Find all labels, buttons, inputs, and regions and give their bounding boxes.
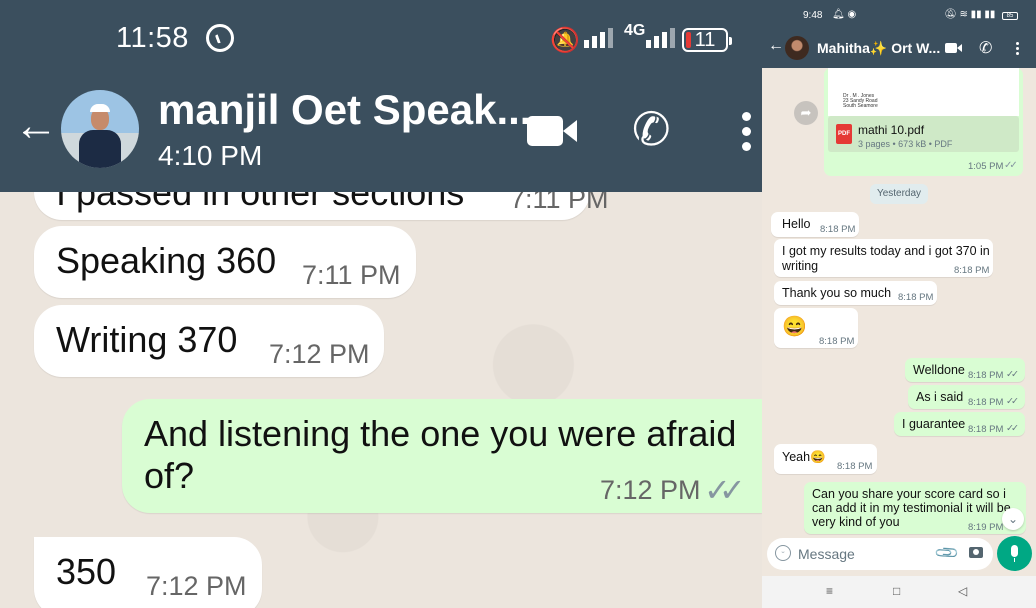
message-text-line1: I got my results today and i got 370 in xyxy=(782,244,990,258)
microphone-button[interactable] xyxy=(997,536,1032,571)
status-bar: 11:58 🔕 4G 11 xyxy=(0,0,762,76)
message-text: Yeah😄 xyxy=(782,450,826,464)
phone-call-icon[interactable]: ✆ xyxy=(632,106,671,152)
recent-apps-icon[interactable]: ≡ xyxy=(826,584,833,598)
emoji-icon[interactable]: ᵕ xyxy=(775,545,791,561)
signal-wifi-icons: 🔕︎ ≋ ▮▮ ▮▮ xyxy=(944,9,996,20)
signal-strength-icon xyxy=(584,28,616,48)
message-text: I guarantee xyxy=(902,417,966,431)
video-call-icon[interactable] xyxy=(527,116,577,146)
message-time: 8:19 PM xyxy=(968,522,1004,533)
message-bubble-incoming[interactable]: Yeah😄 8:18 PM xyxy=(774,444,877,474)
last-seen: 4:10 PM xyxy=(158,140,263,171)
message-bubble-incoming[interactable]: 350 7:12 PM xyxy=(34,537,262,608)
network-type: 4G xyxy=(624,22,646,39)
left-chat-screenshot: I passed in other sections 7:11 PM Speak… xyxy=(0,0,762,608)
message-time: 8:18 PM xyxy=(837,461,873,472)
document-name: mathi 10.pdf xyxy=(858,123,925,137)
status-time: 9:48 xyxy=(803,10,823,21)
message-time: 8:18 PM xyxy=(820,224,856,235)
read-receipt-icon: ✓✓ xyxy=(1006,423,1019,434)
thumb-line: South Seamore xyxy=(843,103,878,109)
message-text: 350 xyxy=(56,551,117,592)
pdf-file-icon: PDF xyxy=(836,124,852,144)
scroll-down-icon[interactable]: ⌄ xyxy=(1002,508,1024,530)
message-text: 😄 xyxy=(782,316,807,338)
message-text-line2: can add it in my testimonial it will be xyxy=(812,501,1011,515)
document-meta: 3 pages • 673 kB • PDF xyxy=(858,139,953,149)
message-text-line2: writing xyxy=(782,259,819,273)
document-info: PDF mathi 10.pdf 3 pages • 673 kB • PDF xyxy=(828,116,1019,152)
message-bubble-outgoing[interactable]: Can you share your score card so i can a… xyxy=(804,482,1026,534)
battery-icon: 11 xyxy=(682,28,732,52)
message-composer: ᵕ 📎 xyxy=(767,538,993,570)
message-text-line1: And listening the one you were afraid xyxy=(144,413,737,454)
date-divider: Yesterday xyxy=(870,184,928,204)
message-text-line3: very kind of you xyxy=(812,515,900,529)
status-time: 11:58 xyxy=(116,22,189,54)
microphone-icon xyxy=(1011,545,1018,562)
right-chat-screenshot: ➦ Dr . M . Jones 23 Sandy Road South Sea… xyxy=(762,0,1036,608)
message-time: 7:12 PM xyxy=(146,571,247,601)
message-time: 1:05 PM xyxy=(968,161,1004,172)
whatsapp-notification-icon xyxy=(206,24,234,52)
message-time: 8:18 PM xyxy=(968,424,1004,435)
message-text-line1: Can you share your score card so i xyxy=(812,487,1006,501)
nav-back-icon[interactable]: ◁ xyxy=(958,584,967,598)
message-bubble-incoming[interactable]: 😄 8:18 PM xyxy=(774,308,858,348)
back-arrow-icon[interactable]: ← xyxy=(768,37,784,55)
home-icon[interactable]: □ xyxy=(893,584,900,598)
avatar[interactable] xyxy=(785,36,809,60)
document-thumbnail: Dr . M . Jones 23 Sandy Road South Seamo… xyxy=(828,68,1019,116)
back-arrow-icon[interactable]: ← xyxy=(14,104,58,148)
document-message[interactable]: Dr . M . Jones 23 Sandy Road South Seamo… xyxy=(824,68,1023,176)
message-bubble-incoming[interactable]: Hello 8:18 PM xyxy=(771,212,859,237)
contact-name[interactable]: Mahitha✨ Ort W... xyxy=(817,40,940,57)
avatar[interactable] xyxy=(61,90,139,168)
chat-header: 9:48 🔔︎ ◉ 🔕︎ ≋ ▮▮ ▮▮ 85 ← Mahitha✨ Ort W… xyxy=(762,0,1036,68)
notification-icons: 🔔︎ ◉ xyxy=(832,9,857,20)
paperclip-icon[interactable]: 📎 xyxy=(933,539,961,567)
message-text: Speaking 360 xyxy=(56,240,277,281)
message-bubble-outgoing[interactable]: I guarantee 8:18 PM ✓✓ xyxy=(894,412,1025,436)
message-bubble-incoming[interactable]: Speaking 360 7:11 PM xyxy=(34,226,416,298)
message-time: 8:18 PM xyxy=(819,336,855,347)
message-text-line2: of? xyxy=(144,455,195,496)
camera-icon[interactable] xyxy=(969,547,983,558)
read-receipt-icon: ✓✓ xyxy=(704,472,745,508)
message-bubble-incoming[interactable]: Thank you so much 8:18 PM xyxy=(774,281,937,305)
message-time: 7:12 PM xyxy=(269,339,370,369)
system-navigation-bar: ≡ □ ◁ xyxy=(762,576,1036,608)
battery-icon: 85 xyxy=(1002,12,1018,20)
message-bubble-outgoing[interactable]: As i said 8:18 PM ✓✓ xyxy=(908,385,1025,409)
contact-name[interactable]: manjil Oet Speak... xyxy=(158,86,531,134)
message-bubble-outgoing[interactable]: And listening the one you were afraid of… xyxy=(122,399,762,513)
phone-call-icon[interactable]: ✆ xyxy=(979,38,992,58)
more-options-icon[interactable] xyxy=(742,112,752,157)
read-receipt-icon: ✓✓ xyxy=(1006,369,1019,380)
message-text: Writing 370 xyxy=(56,319,238,360)
chat-header: 11:58 🔕 4G 11 ← manjil Oet Speak... 4:10… xyxy=(0,0,762,192)
forward-icon[interactable]: ➦ xyxy=(794,101,818,125)
message-bubble-incoming[interactable]: Writing 370 7:12 PM xyxy=(34,305,384,377)
read-receipt-icon: ✓✓ xyxy=(1004,160,1018,171)
more-options-icon[interactable] xyxy=(1016,42,1019,57)
read-receipt-icon: ✓✓ xyxy=(1006,396,1019,407)
message-time: 8:18 PM xyxy=(954,265,990,276)
bell-muted-icon: 🔕 xyxy=(550,27,580,54)
message-text: Welldone xyxy=(913,363,965,377)
message-text: As i said xyxy=(916,390,964,404)
message-time: 8:18 PM xyxy=(898,292,934,303)
message-bubble-outgoing[interactable]: Welldone 8:18 PM ✓✓ xyxy=(905,358,1025,382)
signal-strength-icon xyxy=(646,28,678,48)
message-time: 7:11 PM xyxy=(302,260,401,290)
message-text: Hello xyxy=(782,217,811,231)
message-time: 8:18 PM xyxy=(968,397,1004,408)
message-input[interactable] xyxy=(798,545,928,563)
video-call-icon[interactable] xyxy=(945,43,962,53)
message-text: Thank you so much xyxy=(782,286,892,300)
message-bubble-incoming[interactable]: I got my results today and i got 370 in … xyxy=(774,239,993,277)
message-time: 8:18 PM xyxy=(968,370,1004,381)
message-time: 7:12 PM xyxy=(600,475,701,505)
